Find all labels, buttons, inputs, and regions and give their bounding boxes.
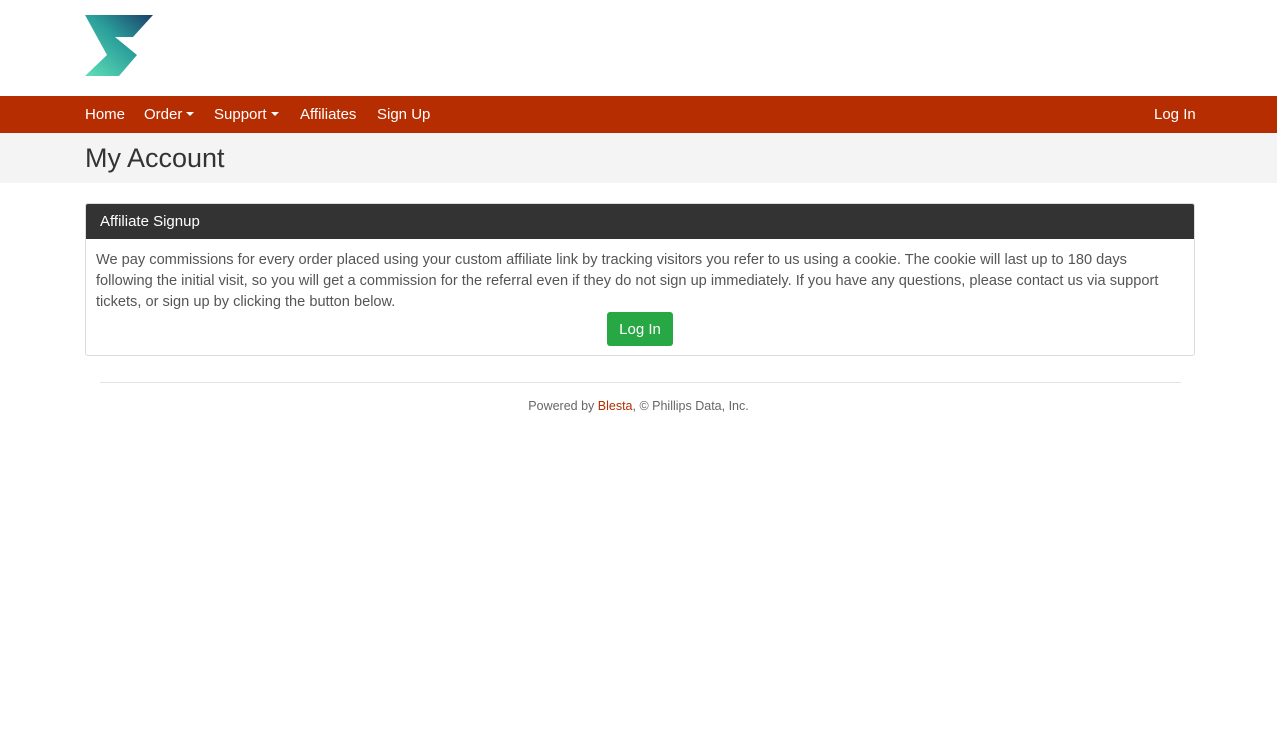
title-bar: My Account: [0, 133, 1277, 183]
affiliate-signup-card: Affiliate Signup We pay commissions for …: [85, 203, 1195, 356]
page-title: My Account: [85, 143, 225, 173]
chevron-down-icon: [270, 112, 279, 116]
nav-home[interactable]: Home: [85, 96, 125, 133]
footer: Powered by Blesta, © Phillips Data, Inc.: [0, 399, 1277, 413]
nav-support-dropdown[interactable]: Support: [214, 96, 279, 133]
footer-suffix: , © Phillips Data, Inc.: [632, 399, 749, 413]
nav-signup[interactable]: Sign Up: [377, 96, 430, 133]
footer-divider: [100, 382, 1181, 383]
blesta-link[interactable]: Blesta: [598, 399, 633, 413]
nav-affiliates[interactable]: Affiliates: [300, 96, 356, 133]
card-title: Affiliate Signup: [86, 204, 1194, 239]
nav-support-label: Support: [214, 106, 267, 123]
login-button[interactable]: Log In: [607, 312, 673, 346]
nav-order-label: Order: [144, 106, 183, 123]
chevron-down-icon: [186, 112, 195, 116]
main-navbar: Home Order Support Affiliates Sign Up Lo…: [0, 96, 1277, 133]
logo[interactable]: [85, 15, 155, 77]
nav-login[interactable]: Log In: [1154, 96, 1196, 133]
nav-order-dropdown[interactable]: Order: [144, 96, 195, 133]
site-header: [0, 0, 1277, 96]
card-description: We pay commissions for every order place…: [96, 252, 1159, 310]
footer-prefix: Powered by: [528, 399, 598, 413]
